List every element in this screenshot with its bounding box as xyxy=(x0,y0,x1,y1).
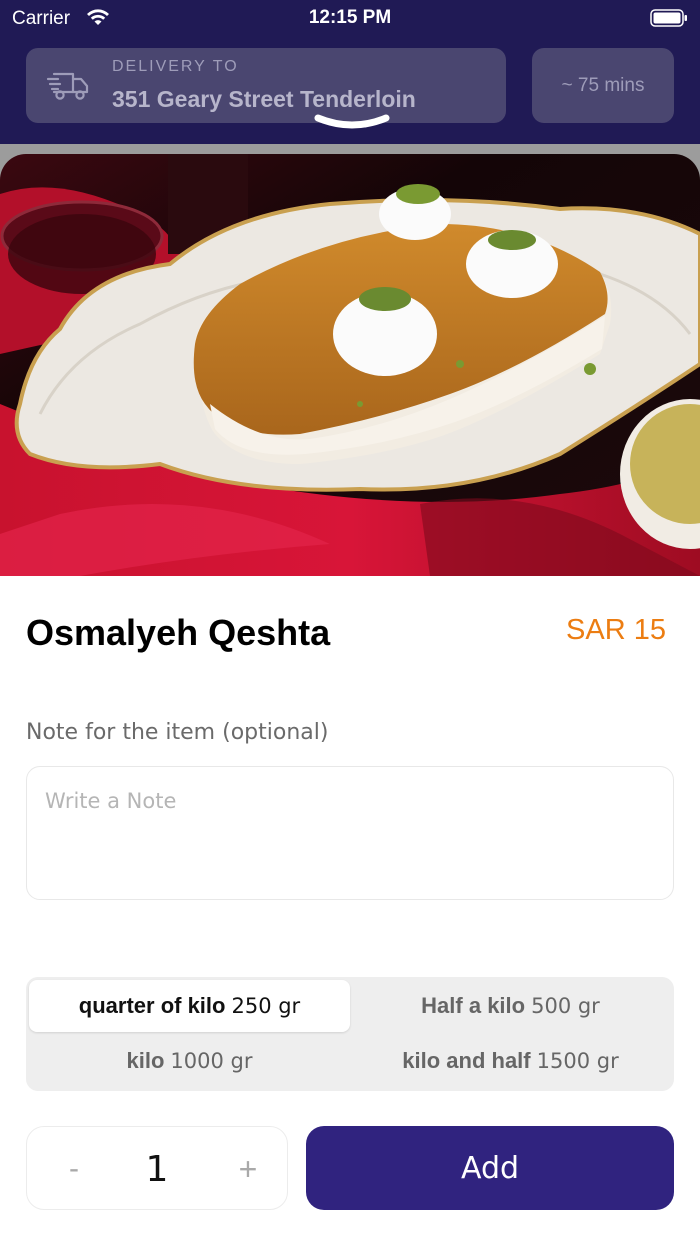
food-photo xyxy=(0,154,700,576)
quantity-value: 1 xyxy=(145,1148,169,1190)
eta-text: ~ 75 mins xyxy=(561,74,645,96)
size-option-kilo[interactable]: kilo 1000 gr xyxy=(29,1035,350,1087)
size-option-name: quarter of kilo xyxy=(78,993,226,1018)
delivery-address: 351 Geary Street Tenderloin xyxy=(112,86,416,112)
chevron-down-icon[interactable] xyxy=(314,112,390,134)
note-label: Note for the item (optional) xyxy=(26,720,329,745)
delivery-address-selector[interactable]: DELIVERY TO 351 Geary Street Tenderloin xyxy=(26,48,506,123)
size-selector: quarter of kilo 250 gr Half a kilo 500 g… xyxy=(26,977,674,1091)
header: Carrier 12:15 PM DELIVERY TO 351 Geary S… xyxy=(0,0,700,144)
size-option-name: Half a kilo xyxy=(421,993,526,1018)
image-backdrop xyxy=(0,144,700,576)
delivery-label: DELIVERY TO xyxy=(112,58,239,75)
decrement-button[interactable]: - xyxy=(49,1145,99,1193)
size-option-weight: 1500 gr xyxy=(536,1049,619,1073)
quantity-stepper: - 1 + xyxy=(26,1126,288,1210)
size-option-name: kilo and half xyxy=(402,1048,531,1073)
size-option-half-kilo[interactable]: Half a kilo 500 gr xyxy=(350,980,671,1032)
size-option-name: kilo xyxy=(126,1048,165,1073)
size-option-weight: 250 gr xyxy=(231,994,301,1018)
note-input[interactable] xyxy=(26,766,674,900)
eta-badge: ~ 75 mins xyxy=(532,48,674,123)
item-price: SAR 15 xyxy=(566,614,666,646)
item-title: Osmalyeh Qeshta xyxy=(26,612,331,653)
size-option-weight: 500 gr xyxy=(531,994,600,1018)
clock: 12:15 PM xyxy=(308,7,392,28)
size-option-quarter-kilo[interactable]: quarter of kilo 250 gr xyxy=(29,980,350,1032)
status-bar: Carrier 12:15 PM xyxy=(0,0,700,36)
size-option-weight: 1000 gr xyxy=(170,1049,253,1073)
truck-icon xyxy=(46,72,89,100)
increment-button[interactable]: + xyxy=(223,1145,273,1193)
add-to-cart-button[interactable]: Add xyxy=(306,1126,674,1210)
size-option-kilo-and-half[interactable]: kilo and half 1500 gr xyxy=(350,1035,671,1087)
item-detail-screen: Carrier 12:15 PM DELIVERY TO 351 Geary S… xyxy=(0,0,700,1244)
battery-icon xyxy=(650,9,687,27)
